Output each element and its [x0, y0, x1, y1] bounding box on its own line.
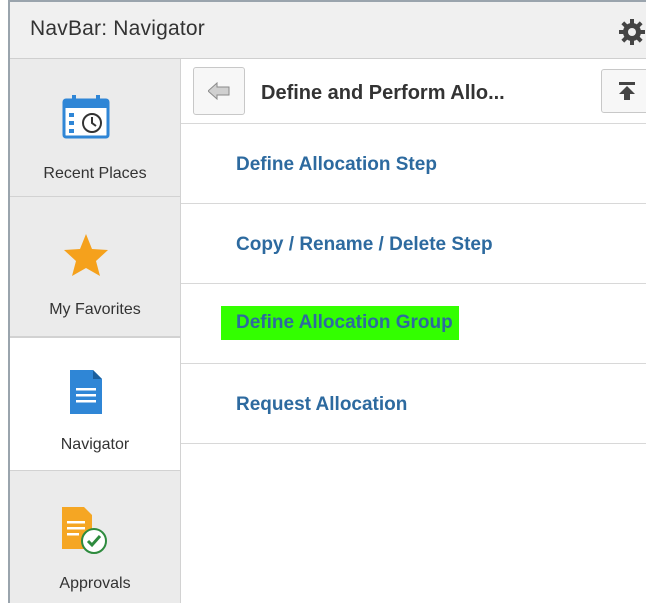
menu-item-copy-rename-delete-step[interactable]: Copy / Rename / Delete Step	[181, 204, 646, 284]
sidebar-item-label: My Favorites	[49, 301, 141, 318]
navigator-content: Define and Perform Allo... Define Alloca…	[181, 59, 646, 603]
back-button[interactable]	[193, 67, 245, 115]
menu-item-label[interactable]: Define Allocation Group	[221, 306, 459, 340]
menu-item-define-allocation-step[interactable]: Define Allocation Step	[181, 124, 646, 204]
calendar-clock-icon	[62, 95, 110, 139]
navbar-header: NavBar: Navigator	[10, 2, 646, 59]
sidebar-item-label: Approvals	[59, 575, 131, 592]
folder-title: Define and Perform Allo...	[261, 82, 505, 104]
sidebar-item-navigator[interactable]: Navigator	[10, 337, 180, 471]
navbar-sidebar: Recent Places My Favorites Navigator App…	[10, 59, 181, 603]
arrow-left-icon	[208, 82, 230, 100]
star-icon	[64, 234, 108, 276]
sidebar-item-approvals[interactable]: Approvals	[10, 471, 180, 603]
document-icon	[70, 370, 102, 414]
sidebar-item-label: Navigator	[60, 436, 130, 453]
sidebar-item-label: Recent Places	[43, 165, 147, 182]
sidebar-item-my-favorites[interactable]: My Favorites	[10, 197, 180, 337]
content-toolbar: Define and Perform Allo...	[181, 59, 646, 124]
scroll-to-top-icon	[619, 82, 635, 100]
menu-item-request-allocation[interactable]: Request Allocation	[181, 364, 646, 444]
scroll-to-top-button[interactable]	[601, 69, 646, 113]
menu-item-define-allocation-group[interactable]: Define Allocation Group	[181, 284, 646, 364]
menu-item-label[interactable]: Copy / Rename / Delete Step	[236, 234, 493, 256]
approvals-icon	[62, 507, 107, 554]
sidebar-item-recent-places[interactable]: Recent Places	[10, 59, 180, 197]
gear-icon[interactable]	[619, 19, 645, 45]
navbar-panel: NavBar: Navigator Recent Places My Favor…	[8, 0, 646, 603]
menu-item-label[interactable]: Define Allocation Step	[236, 154, 437, 176]
navbar-title: NavBar: Navigator	[30, 17, 205, 40]
menu-item-label[interactable]: Request Allocation	[236, 394, 407, 416]
